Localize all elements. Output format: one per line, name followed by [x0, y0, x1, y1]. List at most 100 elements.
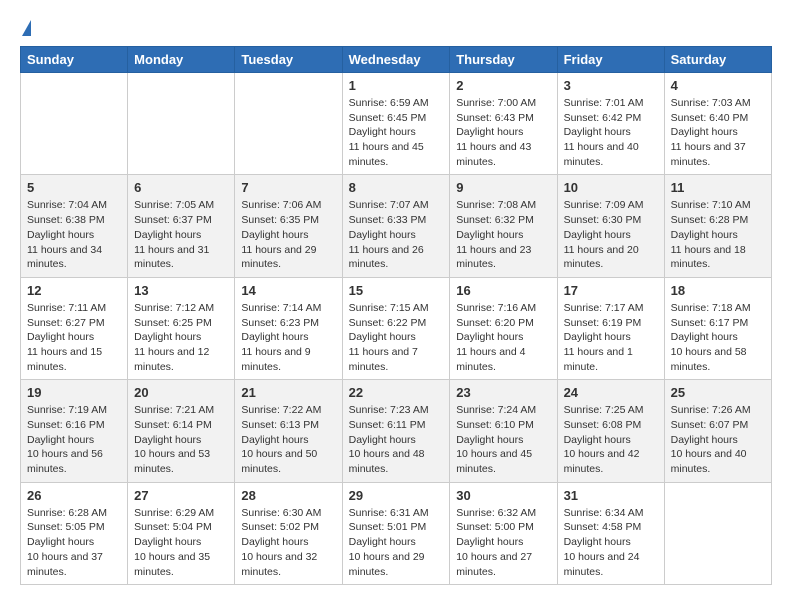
- day-info: Sunrise: 7:22 AMSunset: 6:13 PMDaylight …: [241, 403, 335, 476]
- day-info: Sunrise: 7:12 AMSunset: 6:25 PMDaylight …: [134, 301, 228, 374]
- calendar-cell: 25 Sunrise: 7:26 AMSunset: 6:07 PMDayligh…: [664, 380, 771, 482]
- day-info: Sunrise: 7:04 AMSunset: 6:38 PMDaylight …: [27, 198, 121, 271]
- calendar-cell: 17 Sunrise: 7:17 AMSunset: 6:19 PMDayligh…: [557, 277, 664, 379]
- calendar-cell: 29Sunrise: 6:31 AMSunset: 5:01 PMDayligh…: [342, 482, 450, 584]
- day-info: Sunrise: 6:31 AMSunset: 5:01 PMDaylight …: [349, 506, 444, 579]
- col-header-saturday: Saturday: [664, 47, 771, 73]
- day-number: 20: [134, 385, 228, 400]
- day-number: 6: [134, 180, 228, 195]
- day-info: Sunrise: 7:24 AMSunset: 6:10 PMDaylight …: [456, 403, 550, 476]
- calendar-cell: 2Sunrise: 7:00 AMSunset: 6:43 PMDaylight…: [450, 73, 557, 175]
- calendar-cell: [128, 73, 235, 175]
- col-header-monday: Monday: [128, 47, 235, 73]
- calendar-cell: [235, 73, 342, 175]
- calendar-cell: 4Sunrise: 7:03 AMSunset: 6:40 PMDaylight…: [664, 73, 771, 175]
- calendar-cell: 1 Sunrise: 6:59 AMSunset: 6:45 PMDaylight…: [342, 73, 450, 175]
- day-info: Sunrise: 7:03 AMSunset: 6:40 PMDaylight …: [671, 96, 765, 169]
- day-number: 27: [134, 488, 228, 503]
- day-number: 26: [27, 488, 121, 503]
- day-number: 16: [456, 283, 550, 298]
- day-number: 28: [241, 488, 335, 503]
- day-number: 1: [349, 78, 444, 93]
- day-info: Sunrise: 7:09 AMSunset: 6:30 PMDaylight …: [564, 198, 658, 271]
- col-header-thursday: Thursday: [450, 47, 557, 73]
- day-number: 23: [456, 385, 550, 400]
- day-info: Sunrise: 7:11 AMSunset: 6:27 PMDaylight …: [27, 301, 121, 374]
- calendar-cell: [21, 73, 128, 175]
- calendar-cell: 8 Sunrise: 7:07 AMSunset: 6:33 PMDaylight…: [342, 175, 450, 277]
- calendar-cell: 21Sunrise: 7:22 AMSunset: 6:13 PMDayligh…: [235, 380, 342, 482]
- col-header-sunday: Sunday: [21, 47, 128, 73]
- day-number: 22: [349, 385, 444, 400]
- day-info: Sunrise: 6:59 AMSunset: 6:45 PMDaylight …: [349, 96, 444, 169]
- day-number: 10: [564, 180, 658, 195]
- calendar-table: SundayMondayTuesdayWednesdayThursdayFrid…: [20, 46, 772, 585]
- calendar-week-row: 26Sunrise: 6:28 AMSunset: 5:05 PMDayligh…: [21, 482, 772, 584]
- calendar-week-row: 12 Sunrise: 7:11 AMSunset: 6:27 PMDayligh…: [21, 277, 772, 379]
- day-info: Sunrise: 6:34 AMSunset: 4:58 PMDaylight …: [564, 506, 658, 579]
- calendar-cell: 7Sunrise: 7:06 AMSunset: 6:35 PMDaylight…: [235, 175, 342, 277]
- day-info: Sunrise: 7:10 AMSunset: 6:28 PMDaylight …: [671, 198, 765, 271]
- day-info: Sunrise: 7:05 AMSunset: 6:37 PMDaylight …: [134, 198, 228, 271]
- calendar-cell: 15 Sunrise: 7:15 AMSunset: 6:22 PMDayligh…: [342, 277, 450, 379]
- day-info: Sunrise: 7:25 AMSunset: 6:08 PMDaylight …: [564, 403, 658, 476]
- calendar-cell: 3 Sunrise: 7:01 AMSunset: 6:42 PMDaylight…: [557, 73, 664, 175]
- day-info: Sunrise: 6:30 AMSunset: 5:02 PMDaylight …: [241, 506, 335, 579]
- calendar-header-row: SundayMondayTuesdayWednesdayThursdayFrid…: [21, 47, 772, 73]
- calendar-cell: 18 Sunrise: 7:18 AMSunset: 6:17 PMDayligh…: [664, 277, 771, 379]
- page-header: [20, 20, 772, 36]
- calendar-cell: 13 Sunrise: 7:12 AMSunset: 6:25 PMDayligh…: [128, 277, 235, 379]
- calendar-week-row: 19 Sunrise: 7:19 AMSunset: 6:16 PMDayligh…: [21, 380, 772, 482]
- day-number: 30: [456, 488, 550, 503]
- calendar-week-row: 5 Sunrise: 7:04 AMSunset: 6:38 PMDaylight…: [21, 175, 772, 277]
- calendar-cell: 27 Sunrise: 6:29 AMSunset: 5:04 PMDayligh…: [128, 482, 235, 584]
- day-number: 17: [564, 283, 658, 298]
- calendar-cell: [664, 482, 771, 584]
- calendar-week-row: 1 Sunrise: 6:59 AMSunset: 6:45 PMDaylight…: [21, 73, 772, 175]
- calendar-cell: 30 Sunrise: 6:32 AMSunset: 5:00 PMDayligh…: [450, 482, 557, 584]
- day-number: 14: [241, 283, 335, 298]
- day-number: 13: [134, 283, 228, 298]
- calendar-cell: 6 Sunrise: 7:05 AMSunset: 6:37 PMDaylight…: [128, 175, 235, 277]
- day-number: 2: [456, 78, 550, 93]
- calendar-cell: 10 Sunrise: 7:09 AMSunset: 6:30 PMDayligh…: [557, 175, 664, 277]
- day-info: Sunrise: 7:07 AMSunset: 6:33 PMDaylight …: [349, 198, 444, 271]
- day-info: Sunrise: 6:29 AMSunset: 5:04 PMDaylight …: [134, 506, 228, 579]
- day-number: 11: [671, 180, 765, 195]
- logo: [20, 20, 31, 36]
- calendar-cell: 31Sunrise: 6:34 AMSunset: 4:58 PMDayligh…: [557, 482, 664, 584]
- col-header-wednesday: Wednesday: [342, 47, 450, 73]
- calendar-cell: 24 Sunrise: 7:25 AMSunset: 6:08 PMDayligh…: [557, 380, 664, 482]
- day-number: 18: [671, 283, 765, 298]
- day-info: Sunrise: 7:01 AMSunset: 6:42 PMDaylight …: [564, 96, 658, 169]
- day-number: 12: [27, 283, 121, 298]
- day-info: Sunrise: 7:21 AMSunset: 6:14 PMDaylight …: [134, 403, 228, 476]
- calendar-cell: 5 Sunrise: 7:04 AMSunset: 6:38 PMDaylight…: [21, 175, 128, 277]
- calendar-cell: 23 Sunrise: 7:24 AMSunset: 6:10 PMDayligh…: [450, 380, 557, 482]
- day-info: Sunrise: 6:32 AMSunset: 5:00 PMDaylight …: [456, 506, 550, 579]
- day-number: 25: [671, 385, 765, 400]
- day-info: Sunrise: 7:19 AMSunset: 6:16 PMDaylight …: [27, 403, 121, 476]
- day-info: Sunrise: 7:17 AMSunset: 6:19 PMDaylight …: [564, 301, 658, 374]
- col-header-friday: Friday: [557, 47, 664, 73]
- day-number: 19: [27, 385, 121, 400]
- day-number: 15: [349, 283, 444, 298]
- calendar-cell: 28 Sunrise: 6:30 AMSunset: 5:02 PMDayligh…: [235, 482, 342, 584]
- calendar-cell: 19 Sunrise: 7:19 AMSunset: 6:16 PMDayligh…: [21, 380, 128, 482]
- calendar-cell: 12 Sunrise: 7:11 AMSunset: 6:27 PMDayligh…: [21, 277, 128, 379]
- day-info: Sunrise: 7:06 AMSunset: 6:35 PMDaylight …: [241, 198, 335, 271]
- day-number: 5: [27, 180, 121, 195]
- day-info: Sunrise: 7:26 AMSunset: 6:07 PMDaylight …: [671, 403, 765, 476]
- day-number: 3: [564, 78, 658, 93]
- col-header-tuesday: Tuesday: [235, 47, 342, 73]
- day-number: 24: [564, 385, 658, 400]
- day-info: Sunrise: 7:16 AMSunset: 6:20 PMDaylight …: [456, 301, 550, 374]
- day-info: Sunrise: 7:15 AMSunset: 6:22 PMDaylight …: [349, 301, 444, 374]
- day-info: Sunrise: 7:23 AMSunset: 6:11 PMDaylight …: [349, 403, 444, 476]
- day-info: Sunrise: 7:08 AMSunset: 6:32 PMDaylight …: [456, 198, 550, 271]
- day-number: 8: [349, 180, 444, 195]
- calendar-cell: 9Sunrise: 7:08 AMSunset: 6:32 PMDaylight…: [450, 175, 557, 277]
- day-info: Sunrise: 7:18 AMSunset: 6:17 PMDaylight …: [671, 301, 765, 374]
- calendar-cell: 20 Sunrise: 7:21 AMSunset: 6:14 PMDayligh…: [128, 380, 235, 482]
- calendar-cell: 22 Sunrise: 7:23 AMSunset: 6:11 PMDayligh…: [342, 380, 450, 482]
